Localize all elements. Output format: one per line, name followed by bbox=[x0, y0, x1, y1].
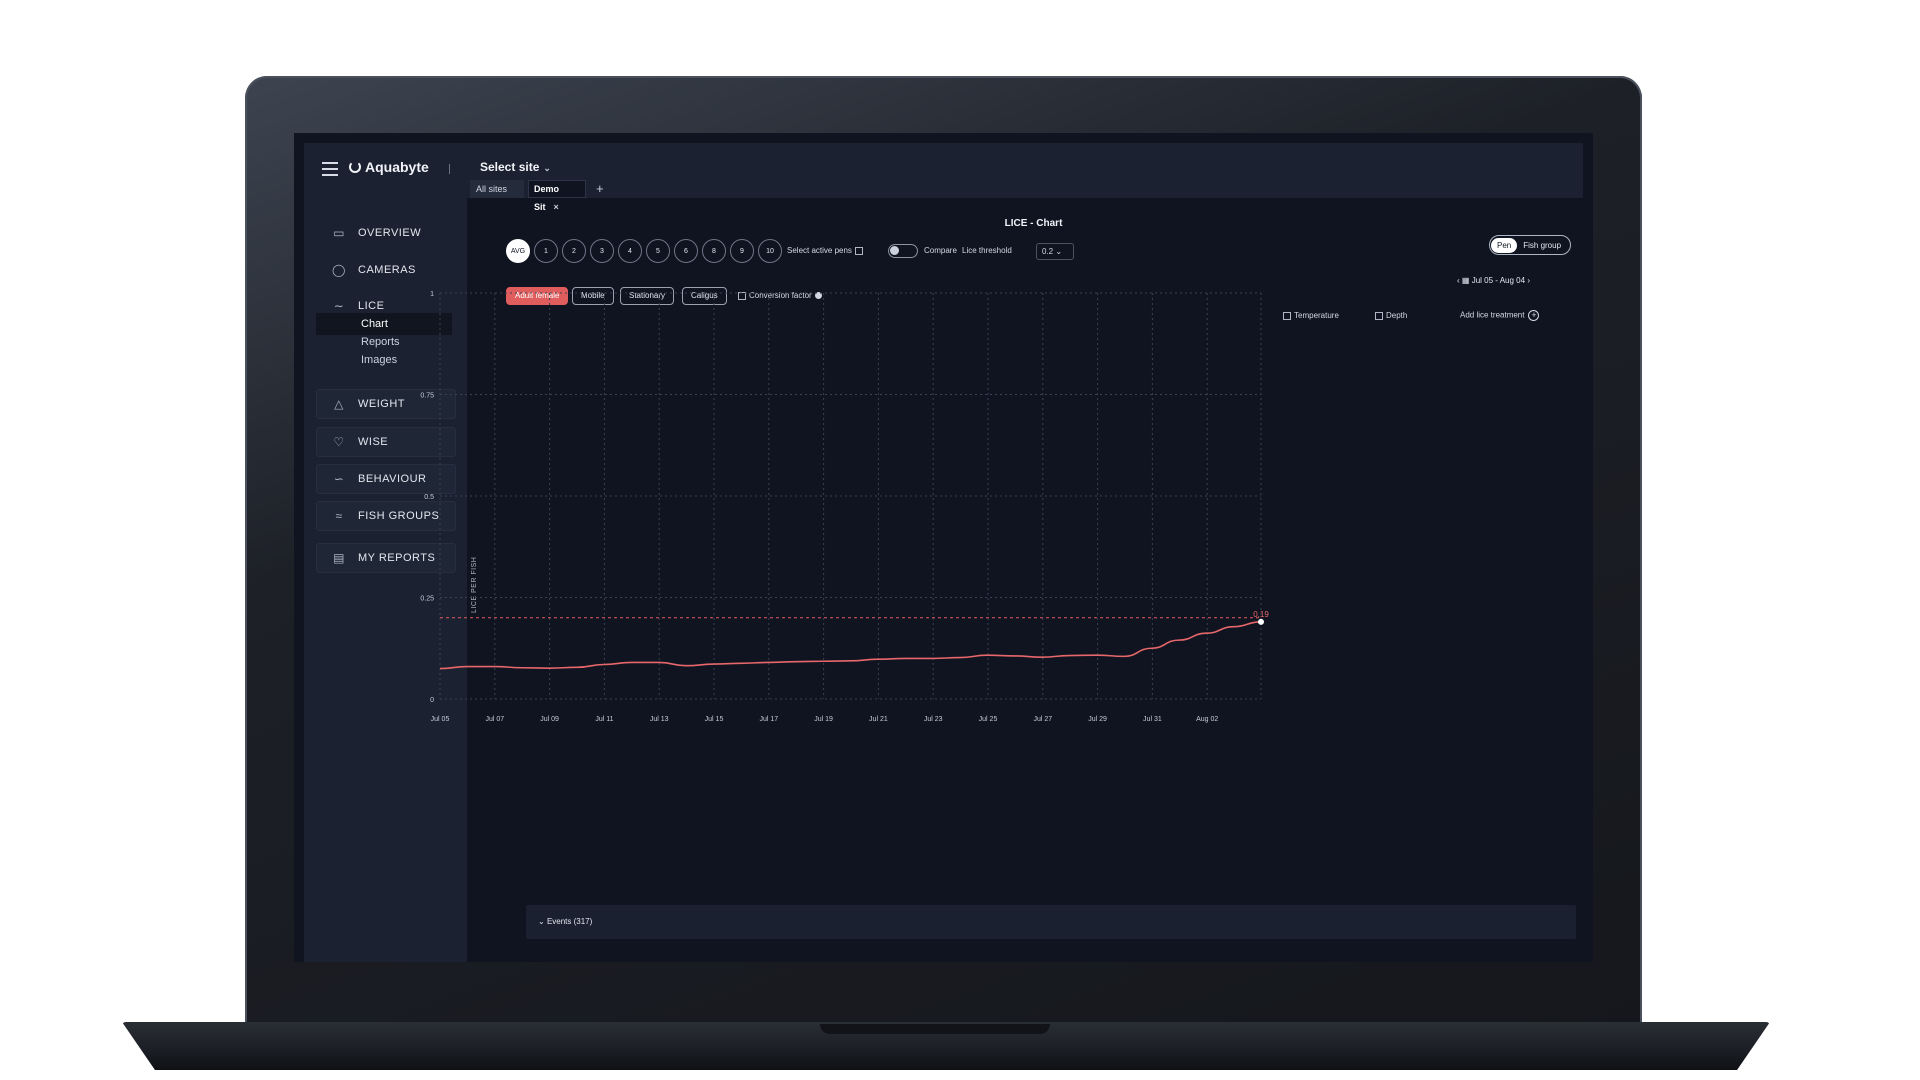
y-tick-label: 0.25 bbox=[420, 596, 434, 603]
x-tick-label: Jul 31 bbox=[1143, 716, 1162, 723]
x-tick-label: Jul 29 bbox=[1088, 716, 1107, 723]
chevron-down-icon: ⌄ bbox=[538, 917, 545, 926]
x-tick-label: Jul 09 bbox=[540, 716, 559, 723]
x-tick-label: Jul 11 bbox=[595, 716, 613, 723]
last-value-label: 0.19 bbox=[1253, 610, 1269, 619]
x-tick-label: Aug 02 bbox=[1196, 716, 1218, 723]
chart-grid bbox=[439, 292, 1262, 700]
x-tick-label: Jul 23 bbox=[924, 716, 943, 723]
x-tick-label: Jul 27 bbox=[1033, 716, 1052, 723]
x-tick-label: Jul 25 bbox=[979, 716, 998, 723]
x-tick-label: Jul 15 bbox=[705, 716, 724, 723]
x-tick-label: Jul 17 bbox=[759, 716, 778, 723]
x-tick-label: Jul 19 bbox=[814, 716, 833, 723]
y-axis-ticks: 0 0.25 0.5 0.75 1 bbox=[420, 291, 434, 704]
stage: Aquabyte Select site ⌄ ▭ OVERVIEW ◯ CAMER… bbox=[0, 0, 1920, 1080]
x-tick-label: Jul 07 bbox=[485, 716, 504, 723]
x-tick-label: Jul 21 bbox=[869, 716, 888, 723]
app-screen: Aquabyte Select site ⌄ ▭ OVERVIEW ◯ CAMER… bbox=[294, 133, 1593, 962]
events-label: Events (317) bbox=[546, 917, 593, 926]
x-axis-ticks: Jul 05 Jul 07 Jul 09 Jul 11 Jul 13 Jul 15 Jul … bbox=[431, 716, 1219, 723]
laptop-notch bbox=[820, 1024, 1050, 1034]
y-tick-label: 1 bbox=[430, 291, 434, 298]
y-tick-label: 0.5 bbox=[424, 494, 434, 501]
last-point-marker bbox=[1258, 618, 1264, 625]
x-tick-label: Jul 13 bbox=[650, 716, 669, 723]
y-tick-label: 0 bbox=[430, 697, 434, 704]
series-line bbox=[439, 621, 1262, 670]
lice-chart: 00.250.50.751 Jul 05 Jul 07 Jul 09 Jul 11 Ju… bbox=[420, 291, 1269, 723]
y-tick-label: 0.75 bbox=[420, 393, 434, 400]
events-panel[interactable]: ⌄ Events (317) bbox=[526, 905, 1576, 939]
x-tick-label: Jul 05 bbox=[431, 716, 450, 723]
